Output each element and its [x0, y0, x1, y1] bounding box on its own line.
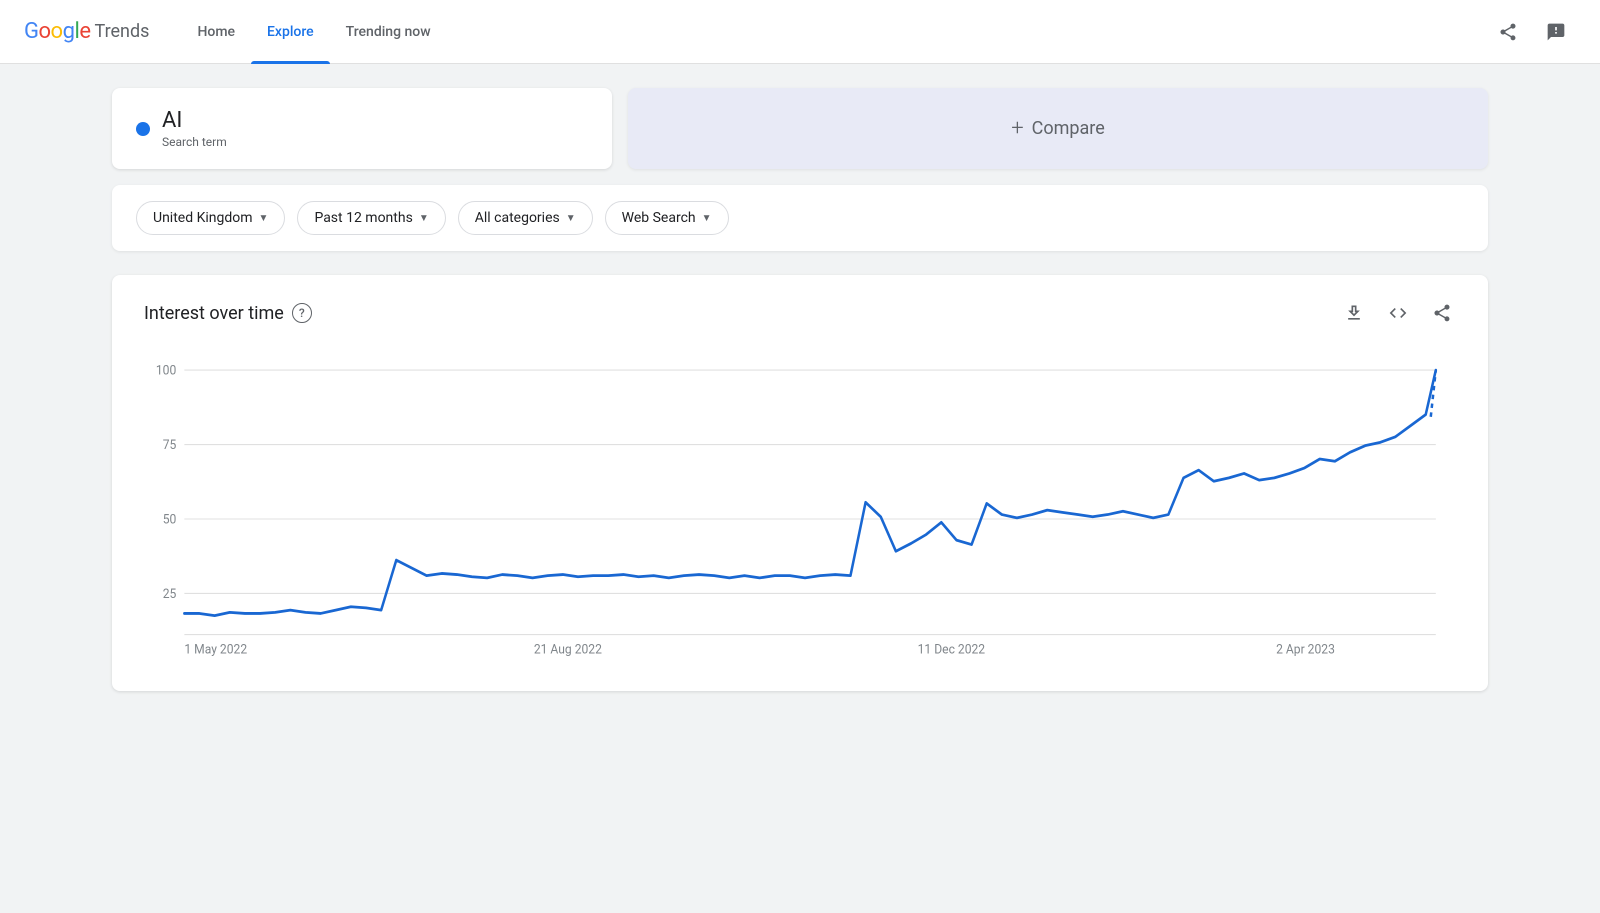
compare-card[interactable]: + Compare	[628, 88, 1488, 169]
chevron-down-icon: ▼	[702, 213, 712, 224]
filter-search-type-label: Web Search	[622, 210, 696, 226]
svg-text:11 Dec 2022: 11 Dec 2022	[918, 642, 985, 658]
search-section: AI Search term + Compare	[112, 88, 1488, 169]
feedback-icon	[1546, 22, 1566, 42]
trend-line	[184, 370, 1435, 616]
svg-text:1 May 2022: 1 May 2022	[184, 642, 247, 658]
svg-text:21 Aug 2022: 21 Aug 2022	[534, 642, 602, 658]
filter-time-label: Past 12 months	[314, 210, 412, 226]
embed-icon	[1388, 303, 1408, 323]
nav-explore[interactable]: Explore	[251, 0, 330, 64]
search-dot	[136, 122, 150, 136]
download-icon	[1344, 303, 1364, 323]
chevron-down-icon: ▼	[419, 213, 429, 224]
google-logo: Google	[24, 19, 90, 44]
filter-search-type[interactable]: Web Search ▼	[605, 201, 729, 235]
chart-share-button[interactable]	[1428, 299, 1456, 327]
nav-trending[interactable]: Trending now	[330, 0, 447, 64]
help-icon[interactable]: ?	[292, 303, 312, 323]
logo-container: Google Trends	[24, 19, 149, 44]
filter-region[interactable]: United Kingdom ▼	[136, 201, 285, 235]
search-card: AI Search term	[112, 88, 612, 169]
nav: Home Explore Trending now	[181, 0, 446, 64]
filter-region-label: United Kingdom	[153, 210, 253, 226]
svg-text:25: 25	[163, 586, 177, 602]
download-button[interactable]	[1340, 299, 1368, 327]
chevron-down-icon: ▼	[566, 213, 576, 224]
chevron-down-icon: ▼	[259, 213, 269, 224]
feedback-button[interactable]	[1536, 12, 1576, 52]
chart-title: Interest over time	[144, 303, 284, 324]
share-button[interactable]	[1488, 12, 1528, 52]
chart-title-group: Interest over time ?	[144, 303, 312, 324]
filter-bar: United Kingdom ▼ Past 12 months ▼ All ca…	[112, 185, 1488, 251]
trend-chart: 100 75 50 25 1 May 2022 21 Aug 2022 11 D…	[144, 359, 1456, 659]
chart-container: 100 75 50 25 1 May 2022 21 Aug 2022 11 D…	[144, 359, 1456, 659]
search-term-name: AI	[162, 108, 227, 133]
header: Google Trends Home Explore Trending now	[0, 0, 1600, 64]
nav-home[interactable]: Home	[181, 0, 251, 64]
svg-text:75: 75	[163, 437, 177, 453]
svg-text:50: 50	[163, 512, 177, 528]
filter-category[interactable]: All categories ▼	[458, 201, 593, 235]
embed-button[interactable]	[1384, 299, 1412, 327]
trends-label: Trends	[94, 21, 149, 42]
compare-plus-icon: +	[1011, 116, 1023, 141]
filter-category-label: All categories	[475, 210, 560, 226]
chart-share-icon	[1432, 303, 1452, 323]
search-term-type: Search term	[162, 135, 227, 149]
svg-text:100: 100	[156, 363, 176, 379]
main-content: AI Search term + Compare United Kingdom …	[80, 64, 1520, 715]
chart-actions	[1340, 299, 1456, 327]
chart-header: Interest over time ?	[144, 299, 1456, 327]
filter-time[interactable]: Past 12 months ▼	[297, 201, 445, 235]
chart-card: Interest over time ?	[112, 275, 1488, 691]
share-icon	[1498, 22, 1518, 42]
compare-label: Compare	[1032, 118, 1105, 139]
search-term-info: AI Search term	[162, 108, 227, 149]
svg-text:2 Apr 2023: 2 Apr 2023	[1276, 642, 1335, 658]
header-actions	[1488, 12, 1576, 52]
